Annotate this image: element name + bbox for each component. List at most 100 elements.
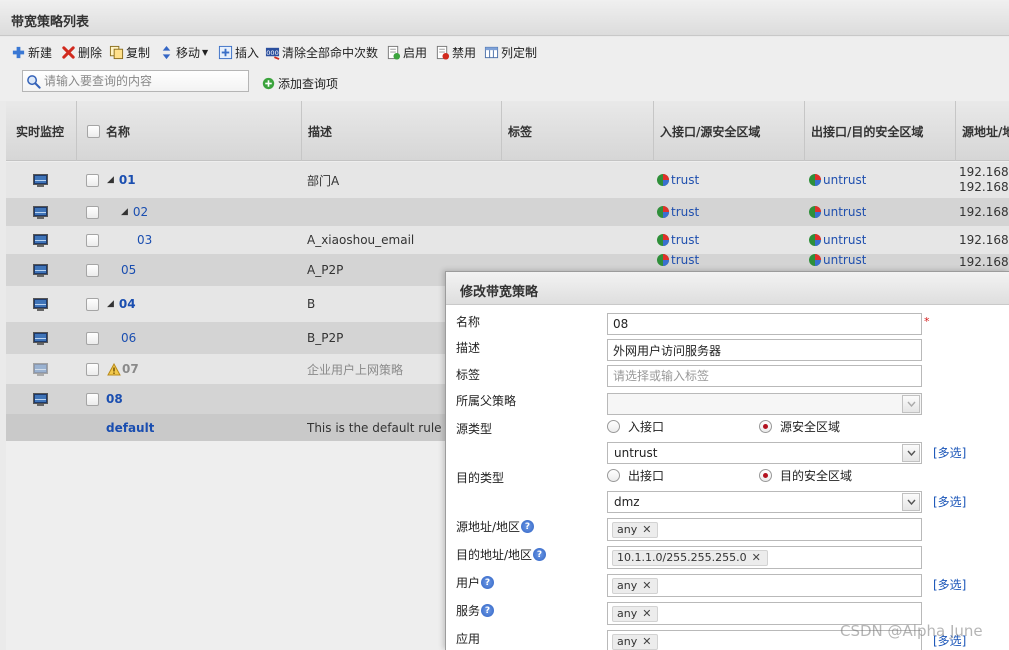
dst-type-interface-radio[interactable]: 出接口 xyxy=(607,467,664,484)
remove-tag-icon[interactable]: ✕ xyxy=(642,607,651,620)
row-name[interactable]: 03 xyxy=(137,226,152,254)
realtime-monitor-icon[interactable] xyxy=(33,354,48,384)
dst-zone-select[interactable]: dmz xyxy=(607,491,922,513)
dst-zone-text[interactable]: untrust xyxy=(823,253,866,267)
row-name-link[interactable]: 03 xyxy=(137,233,152,247)
row-name-link[interactable]: 01 xyxy=(119,173,136,187)
src-addr-tagbox[interactable]: any ✕ xyxy=(607,518,922,541)
insert-button[interactable]: 插入 xyxy=(218,43,259,61)
realtime-monitor-icon[interactable] xyxy=(33,198,48,226)
src-zone-text[interactable]: trust xyxy=(671,173,699,187)
help-icon[interactable]: ? xyxy=(481,604,495,617)
description-input[interactable] xyxy=(607,339,922,361)
src-zone-text[interactable]: trust xyxy=(671,205,699,219)
tree-expanded-icon[interactable]: ◢ xyxy=(107,175,114,185)
row-checkbox[interactable] xyxy=(86,354,99,384)
parent-policy-select[interactable] xyxy=(607,393,922,415)
row-checkbox[interactable] xyxy=(86,322,99,354)
realtime-monitor-icon[interactable] xyxy=(33,384,48,414)
tree-expanded-icon[interactable]: ◢ xyxy=(107,299,114,309)
add-query-button[interactable]: 添加查询项 xyxy=(262,75,338,92)
dropdown-button[interactable] xyxy=(902,493,920,511)
table-row[interactable]: ◢ 01 部门A trust untrust 192.168.1192.168.2 xyxy=(6,162,1009,198)
help-icon[interactable]: ? xyxy=(533,548,547,561)
clear-hits-button[interactable]: 000 清除全部命中次数 xyxy=(265,43,378,61)
disable-button[interactable]: 禁用 xyxy=(435,43,476,61)
dst-zone-multi-select-link[interactable]: [多选] xyxy=(933,493,966,510)
row-name[interactable]: ◢ 04 xyxy=(107,286,136,322)
src-type-interface-radio[interactable]: 入接口 xyxy=(607,418,664,435)
radio-button[interactable] xyxy=(607,469,620,482)
tree-expanded-icon[interactable]: ◢ xyxy=(121,207,128,217)
row-dst-zone[interactable]: untrust xyxy=(808,198,866,226)
move-button[interactable]: 移动 ▼ xyxy=(159,43,208,61)
radio-button-selected[interactable] xyxy=(759,420,772,433)
src-zone-text[interactable]: trust xyxy=(671,253,699,267)
row-src-zone[interactable]: trust xyxy=(656,162,699,198)
header-dst-zone[interactable]: 出接口/目的安全区域 xyxy=(805,101,956,161)
copy-button[interactable]: 复制 xyxy=(109,43,150,61)
tag-input[interactable] xyxy=(607,365,922,387)
header-src-addr[interactable]: 源地址/地 xyxy=(956,101,1009,161)
realtime-monitor-icon[interactable] xyxy=(33,254,48,286)
customize-columns-button[interactable]: 列定制 xyxy=(484,43,537,61)
delete-button[interactable]: 删除 xyxy=(61,43,102,61)
src-zone-select[interactable]: untrust xyxy=(607,442,922,464)
row-name[interactable]: default xyxy=(106,414,154,441)
row-name[interactable]: 05 xyxy=(121,254,136,286)
row-name[interactable]: 06 xyxy=(121,322,136,354)
row-name-link[interactable]: 02 xyxy=(133,205,148,219)
row-name[interactable]: ◢ 01 xyxy=(107,162,136,198)
header-monitor[interactable]: 实时监控 xyxy=(6,101,77,161)
header-src-zone[interactable]: 入接口/源安全区域 xyxy=(654,101,805,161)
row-name-link[interactable]: 07 xyxy=(122,362,139,376)
row-checkbox[interactable] xyxy=(86,226,99,254)
remove-tag-icon[interactable]: ✕ xyxy=(642,635,651,648)
row-name[interactable]: 07 xyxy=(107,354,139,384)
realtime-monitor-icon[interactable] xyxy=(33,226,48,254)
row-name[interactable]: ◢ 02 xyxy=(121,198,148,226)
src-type-zone-radio[interactable]: 源安全区域 xyxy=(759,418,840,435)
realtime-monitor-icon[interactable] xyxy=(33,322,48,354)
row-checkbox[interactable] xyxy=(86,198,99,226)
user-multi-select-link[interactable]: [多选] xyxy=(933,576,966,593)
row-checkbox[interactable] xyxy=(86,254,99,286)
row-checkbox[interactable] xyxy=(86,162,99,198)
row-name-link[interactable]: 05 xyxy=(121,263,136,277)
dst-zone-text[interactable]: untrust xyxy=(823,173,866,187)
help-icon[interactable]: ? xyxy=(521,520,535,533)
row-dst-zone[interactable]: untrust xyxy=(808,162,866,198)
row-name[interactable]: 08 xyxy=(106,384,123,414)
row-name-link[interactable]: 08 xyxy=(106,392,123,406)
header-description[interactable]: 描述 xyxy=(302,101,502,161)
radio-button[interactable] xyxy=(607,420,620,433)
row-checkbox[interactable] xyxy=(86,286,99,322)
dst-addr-tagbox[interactable]: 10.1.1.0/255.255.255.0 ✕ xyxy=(607,546,922,569)
header-tag[interactable]: 标签 xyxy=(502,101,654,161)
header-name[interactable]: 名称 xyxy=(77,101,302,161)
radio-button-selected[interactable] xyxy=(759,469,772,482)
name-input[interactable] xyxy=(607,313,922,335)
enable-button[interactable]: 启用 xyxy=(386,43,427,61)
dialog-titlebar[interactable]: 修改带宽策略 xyxy=(446,272,1009,305)
table-row[interactable]: ◢ 02 trust untrust 192.168.1 xyxy=(6,198,1009,226)
row-name-link[interactable]: 04 xyxy=(119,297,136,311)
src-zone-multi-select-link[interactable]: [多选] xyxy=(933,444,966,461)
realtime-monitor-icon[interactable] xyxy=(33,162,48,198)
user-tagbox[interactable]: any ✕ xyxy=(607,574,922,597)
remove-tag-icon[interactable]: ✕ xyxy=(642,523,651,536)
row-name-link[interactable]: default xyxy=(106,421,154,435)
row-checkbox[interactable] xyxy=(86,384,99,414)
remove-tag-icon[interactable]: ✕ xyxy=(642,579,651,592)
row-src-zone[interactable]: trust xyxy=(656,198,699,226)
new-button[interactable]: 新建 xyxy=(11,43,52,61)
help-icon[interactable]: ? xyxy=(481,576,495,589)
dropdown-button[interactable] xyxy=(902,395,920,413)
remove-tag-icon[interactable]: ✕ xyxy=(752,551,761,564)
row-name-link[interactable]: 06 xyxy=(121,331,136,345)
dropdown-button[interactable] xyxy=(902,444,920,462)
dst-type-zone-radio[interactable]: 目的安全区域 xyxy=(759,467,852,484)
realtime-monitor-icon[interactable] xyxy=(33,286,48,322)
search-input[interactable] xyxy=(44,74,244,88)
dst-zone-text[interactable]: untrust xyxy=(823,205,866,219)
